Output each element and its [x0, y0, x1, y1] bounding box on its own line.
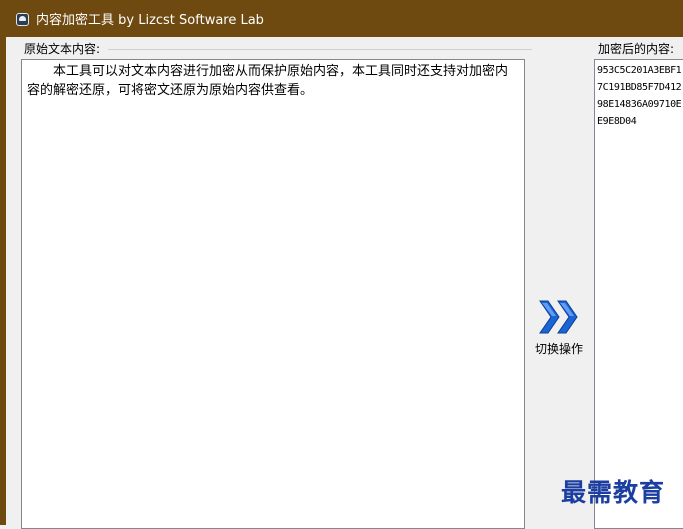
double-chevron-right-icon: [539, 300, 578, 334]
title-bar[interactable]: 内容加密工具 by Lizcst Software Lab: [0, 0, 683, 37]
original-text-label: 原始文本内容:: [24, 42, 101, 56]
encrypted-line: 98E14836A09710E: [597, 99, 682, 110]
encrypted-text-content: 953C5C201A3EBF1 7C191BD85F7D412 98E14836A0…: [595, 60, 683, 130]
switch-operation-button[interactable]: 切换操作: [531, 296, 587, 360]
encrypted-text-area[interactable]: 953C5C201A3EBF1 7C191BD85F7D412 98E14836A0…: [594, 59, 683, 529]
encrypted-text-label: 加密后的内容:: [598, 42, 675, 56]
group-divider: [108, 49, 532, 50]
original-text-content: 本工具可以对文本内容进行加密从而保护原始内容，本工具同时还支持对加密内容的解密还…: [27, 64, 509, 98]
original-text-area[interactable]: 本工具可以对文本内容进行加密从而保护原始内容，本工具同时还支持对加密内容的解密还…: [21, 59, 525, 529]
window-border: [0, 37, 6, 525]
switch-operation-label: 切换操作: [534, 342, 583, 356]
encrypted-line: 7C191BD85F7D412: [597, 82, 682, 93]
encrypted-line: 953C5C201A3EBF1: [597, 65, 682, 76]
window-title: 内容加密工具 by Lizcst Software Lab: [36, 13, 264, 28]
encrypted-line: E9E8D04: [597, 116, 637, 127]
watermark-logo: 最需教育: [561, 478, 666, 507]
lock-icon: [16, 13, 29, 26]
